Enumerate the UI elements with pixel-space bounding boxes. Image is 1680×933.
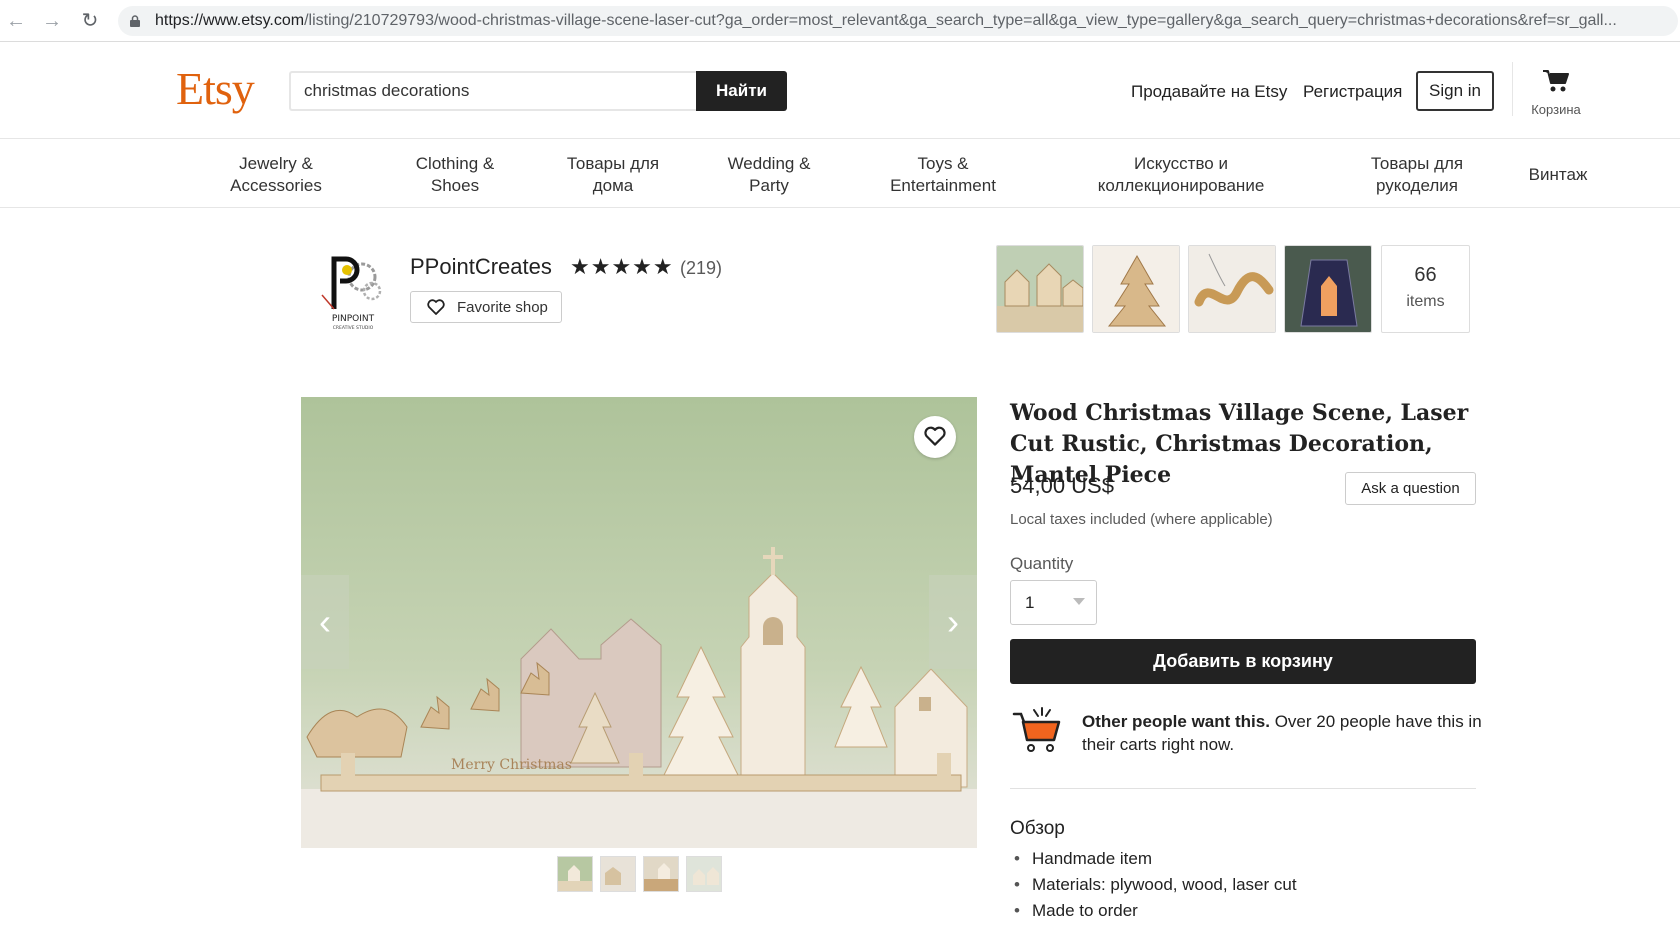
shop-name[interactable]: PPointCreates <box>410 254 552 280</box>
heart-icon <box>924 426 946 446</box>
image-thumbnail[interactable] <box>643 856 679 892</box>
shopping-cart-icon <box>1012 707 1061 752</box>
favorite-shop-label: Favorite shop <box>457 298 548 316</box>
tree-thumbnail-image <box>1093 246 1179 332</box>
shop-logo[interactable]: PINPOINT CREATIVE STUDIO <box>316 247 390 333</box>
lock-icon <box>130 15 140 27</box>
listing-main-image[interactable]: Merry Christmas ‹ › <box>301 397 977 848</box>
quantity-value: 1 <box>1025 593 1035 612</box>
ornament-thumbnail-image <box>1189 246 1275 332</box>
search-button[interactable]: Найти <box>696 71 787 111</box>
shop-item-count[interactable]: 66 items <box>1381 245 1470 333</box>
thumbnail-image <box>601 857 635 891</box>
quantity-select[interactable]: 1 <box>1010 580 1097 625</box>
heart-icon <box>427 299 445 315</box>
image-thumbnail[interactable] <box>557 856 593 892</box>
category-art[interactable]: Искусство и коллекционирование <box>1086 153 1276 197</box>
list-item: Made to order <box>1010 898 1297 924</box>
demand-message: Other people want this. Over 20 people h… <box>1082 712 1482 754</box>
shop-logo-subtext: CREATIVE STUDIO <box>333 325 374 331</box>
shop-item-count-label: items <box>1406 293 1445 310</box>
overview-heading: Обзор <box>1010 818 1065 839</box>
register-link[interactable]: Регистрация <box>1303 82 1402 102</box>
sign-in-button[interactable]: Sign in <box>1416 71 1494 111</box>
category-jewelry[interactable]: Jewelry & Accessories <box>222 153 330 197</box>
category-craft-supplies[interactable]: Товары для рукоделия <box>1362 153 1472 197</box>
shop-item-count-number: 66 <box>1414 264 1437 286</box>
image-sign-text: Merry Christmas <box>451 757 572 773</box>
list-item: Materials: plywood, wood, laser cut <box>1010 872 1297 898</box>
overview-list: Handmade item Materials: plywood, wood, … <box>1010 846 1297 924</box>
search-bar: Найти <box>289 71 787 111</box>
forward-icon[interactable]: → <box>40 9 64 33</box>
shop-review-count[interactable]: (219) <box>680 258 722 279</box>
header-divider <box>1512 62 1513 116</box>
previous-image-button[interactable]: ‹ <box>301 575 349 669</box>
cart-button[interactable]: Корзина <box>1522 66 1590 118</box>
sell-on-etsy-link[interactable]: Продавайте на Etsy <box>1131 82 1287 102</box>
category-home[interactable]: Товары для дома <box>560 153 666 197</box>
category-nav: Jewelry & Accessories Clothing & Shoes Тов… <box>0 138 1680 208</box>
shop-rating-stars: ★★★★★ <box>570 254 674 279</box>
christmas-village-image: Merry Christmas <box>301 397 977 848</box>
ask-question-button[interactable]: Ask a question <box>1345 472 1476 505</box>
thumbnail-image <box>687 857 721 891</box>
shop-item-thumbnail[interactable] <box>996 245 1084 333</box>
listing-price: 54,00 US$ <box>1010 473 1114 498</box>
category-clothing[interactable]: Clothing & Shoes <box>400 153 510 197</box>
shop-item-thumbnail[interactable] <box>1284 245 1372 333</box>
shop-logo-text: PINPOINT <box>332 314 375 324</box>
next-image-button[interactable]: › <box>929 575 977 669</box>
url-text: https://www.etsy.com/listing/210729793/w… <box>155 12 1617 29</box>
tax-note: Local taxes included (where applicable) <box>1010 511 1273 528</box>
thumbnail-image <box>558 857 592 891</box>
add-to-cart-button[interactable]: Добавить в корзину <box>1010 639 1476 684</box>
search-input[interactable] <box>289 71 696 111</box>
image-thumbnail[interactable] <box>600 856 636 892</box>
category-vintage[interactable]: Винтаж <box>1518 164 1598 186</box>
reload-icon[interactable]: ↻ <box>78 9 102 33</box>
etsy-logo[interactable]: Etsy <box>176 62 255 115</box>
village-thumbnail-image <box>997 246 1083 332</box>
section-divider <box>1010 788 1476 789</box>
lantern-thumbnail-image <box>1285 246 1371 332</box>
shop-item-thumbnail[interactable] <box>1092 245 1180 333</box>
cart-icon <box>1543 70 1569 92</box>
address-bar[interactable]: https://www.etsy.com/listing/210729793/w… <box>118 6 1678 36</box>
browser-toolbar: ← → ↻ https://www.etsy.com/listing/21072… <box>0 0 1680 42</box>
image-thumbnail[interactable] <box>686 856 722 892</box>
list-item: Handmade item <box>1010 846 1297 872</box>
category-wedding[interactable]: Wedding & Party <box>718 153 820 197</box>
category-toys[interactable]: Toys & Entertainment <box>876 153 1010 197</box>
cart-label: Корзина <box>1531 102 1581 117</box>
favorite-shop-button[interactable]: Favorite shop <box>410 291 562 323</box>
shop-item-thumbnail[interactable] <box>1188 245 1276 333</box>
chevron-down-icon <box>1073 598 1085 605</box>
thumbnail-image <box>644 857 678 891</box>
quantity-label: Quantity <box>1010 554 1074 573</box>
back-icon[interactable]: ← <box>4 9 28 33</box>
favorite-item-button[interactable] <box>914 416 956 458</box>
